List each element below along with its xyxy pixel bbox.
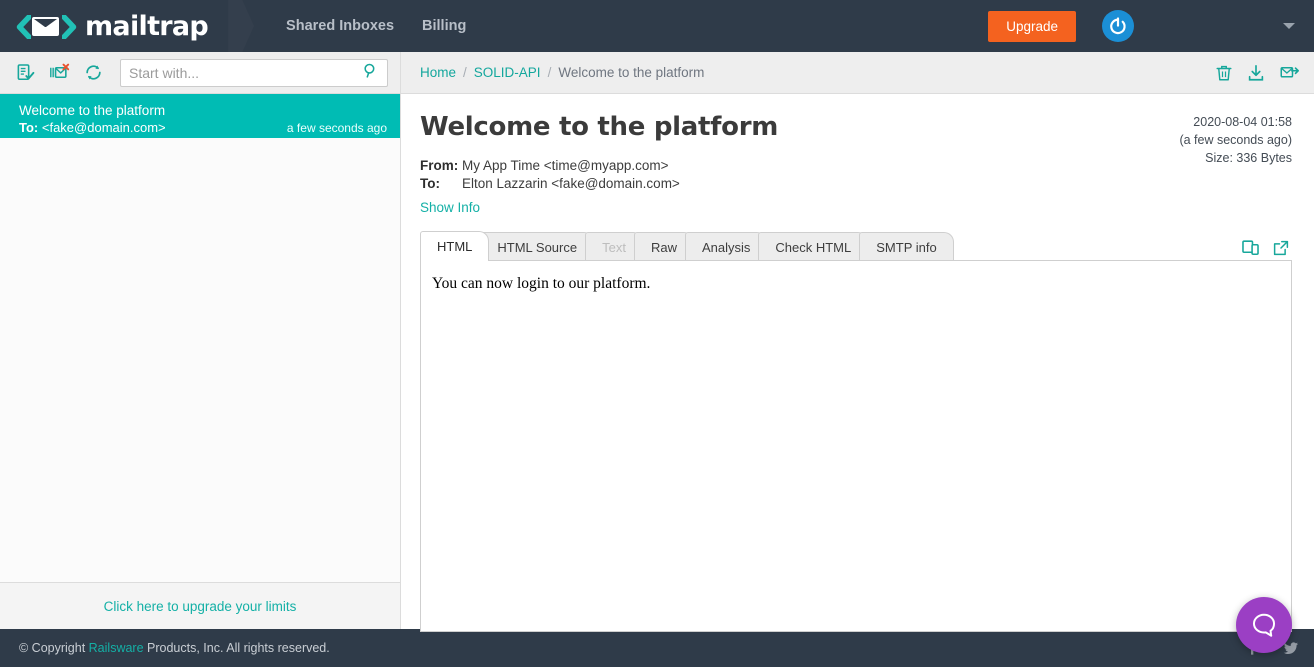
copyright-prefix: © Copyright	[19, 641, 89, 655]
topnav-right-group: Upgrade	[988, 10, 1314, 42]
message-to-value: Elton Lazzarin <fake@domain.com>	[462, 175, 680, 193]
list-item[interactable]: Welcome to the platform To: <fake@domain…	[0, 94, 400, 138]
logo-chevron-right-icon	[62, 15, 75, 37]
message-recipient-value: <fake@domain.com>	[42, 120, 166, 135]
message-addresses: From: My App Time <time@myapp.com> To: E…	[420, 157, 1292, 193]
logo-wordmark: mailtrap	[85, 11, 208, 42]
logo-chevron-left-icon	[16, 15, 29, 37]
message-from-label: From:	[420, 157, 452, 175]
tab-smtp-info[interactable]: SMTP info	[859, 232, 953, 261]
account-menu-chevron-down-icon[interactable]	[1274, 11, 1304, 41]
main-nav: Shared Inboxes Billing	[272, 0, 480, 52]
message-date: 2020-08-04 01:58	[1179, 113, 1292, 131]
show-info-link[interactable]: Show Info	[420, 200, 480, 215]
inbox-list-panel: Welcome to the platform To: <fake@domain…	[0, 52, 401, 629]
message-subject: Welcome to the platform	[19, 102, 387, 119]
message-from-row: From: My App Time <time@myapp.com>	[420, 157, 1292, 175]
forward-message-icon[interactable]	[1279, 64, 1300, 82]
tab-label: HTML Source	[497, 233, 577, 262]
message-tabs: HTML HTML Source Text Raw Analysis Check…	[420, 231, 1292, 261]
tab-label: Check HTML	[775, 233, 851, 262]
tab-label: Text	[602, 233, 626, 262]
chat-beacon-icon[interactable]	[1236, 597, 1292, 653]
responsive-preview-icon[interactable]	[1241, 238, 1260, 257]
railsware-link[interactable]: Railsware	[89, 641, 144, 655]
search-input[interactable]	[129, 65, 362, 81]
message-timestamp: a few seconds ago	[287, 121, 387, 135]
tab-actions	[1241, 238, 1292, 261]
refresh-icon[interactable]	[80, 60, 106, 86]
message-body-area: Welcome to the platform 2020-08-04 01:58…	[401, 94, 1314, 629]
download-message-icon[interactable]	[1247, 64, 1265, 82]
mailtrap-logo[interactable]: mailtrap	[0, 0, 226, 52]
tab-label: HTML	[437, 232, 472, 262]
tab-check-html[interactable]: Check HTML	[758, 232, 868, 261]
copyright-text: © Copyright Railsware Products, Inc. All…	[19, 641, 330, 655]
message-sub-row: To: <fake@domain.com> a few seconds ago	[19, 120, 387, 135]
upgrade-button[interactable]: Upgrade	[988, 11, 1076, 42]
open-in-new-window-icon[interactable]	[1272, 239, 1290, 257]
search-box[interactable]	[120, 59, 388, 87]
delete-all-emails-icon[interactable]	[46, 60, 72, 86]
breadcrumb-item-solid-api[interactable]: SOLID-API	[474, 65, 541, 80]
breadcrumb-item-home[interactable]: Home	[420, 65, 456, 80]
tab-html-source[interactable]: HTML Source	[480, 232, 594, 261]
copyright-suffix: Products, Inc. All rights reserved.	[144, 641, 330, 655]
message-to-row: To: Elton Lazzarin <fake@domain.com>	[420, 175, 1292, 193]
tab-label: Analysis	[702, 233, 750, 262]
breadcrumb-separator: /	[548, 65, 552, 80]
message-size: Size: 336 Bytes	[1179, 149, 1292, 167]
message-recipient-label: To:	[19, 120, 38, 135]
email-body-text: You can now login to our platform.	[421, 261, 1291, 293]
message-relative-time: (a few seconds ago)	[1179, 131, 1292, 149]
page-footer: © Copyright Railsware Products, Inc. All…	[0, 629, 1314, 667]
tab-analysis[interactable]: Analysis	[685, 232, 767, 261]
mark-all-read-icon[interactable]	[12, 60, 38, 86]
tab-label: Raw	[651, 233, 677, 262]
breadcrumb-separator: /	[463, 65, 467, 80]
breadcrumb-item-current: Welcome to the platform	[558, 65, 704, 80]
tab-html[interactable]: HTML	[420, 231, 489, 261]
message-detail-panel: Home / SOLID-API / Welcome to the platfo…	[401, 52, 1314, 629]
nav-link-shared-inboxes[interactable]: Shared Inboxes	[272, 0, 408, 52]
message-recipient: To: <fake@domain.com>	[19, 120, 166, 135]
tab-label: SMTP info	[876, 233, 936, 262]
inbox-toolbar	[0, 52, 400, 94]
message-from-value: My App Time <time@myapp.com>	[462, 157, 669, 175]
html-preview-frame: You can now login to our platform.	[420, 260, 1292, 632]
nav-link-billing[interactable]: Billing	[408, 0, 480, 52]
breadcrumb: Home / SOLID-API / Welcome to the platfo…	[401, 52, 1314, 94]
delete-message-icon[interactable]	[1215, 64, 1233, 82]
message-meta: 2020-08-04 01:58 (a few seconds ago) Siz…	[1179, 113, 1292, 167]
logo-envelope-icon	[32, 17, 59, 36]
message-to-label: To:	[420, 175, 452, 193]
breadcrumb-actions	[1215, 64, 1300, 82]
upgrade-limits-strip: Click here to upgrade your limits	[0, 582, 400, 629]
power-icon[interactable]	[1102, 10, 1134, 42]
top-navbar: mailtrap Shared Inboxes Billing Upgrade	[0, 0, 1314, 52]
header-divider	[228, 0, 254, 52]
logo-mark	[16, 15, 75, 37]
upgrade-limits-link[interactable]: Click here to upgrade your limits	[104, 599, 297, 614]
page-title: Welcome to the platform	[420, 112, 1292, 142]
search-icon[interactable]	[362, 62, 379, 84]
